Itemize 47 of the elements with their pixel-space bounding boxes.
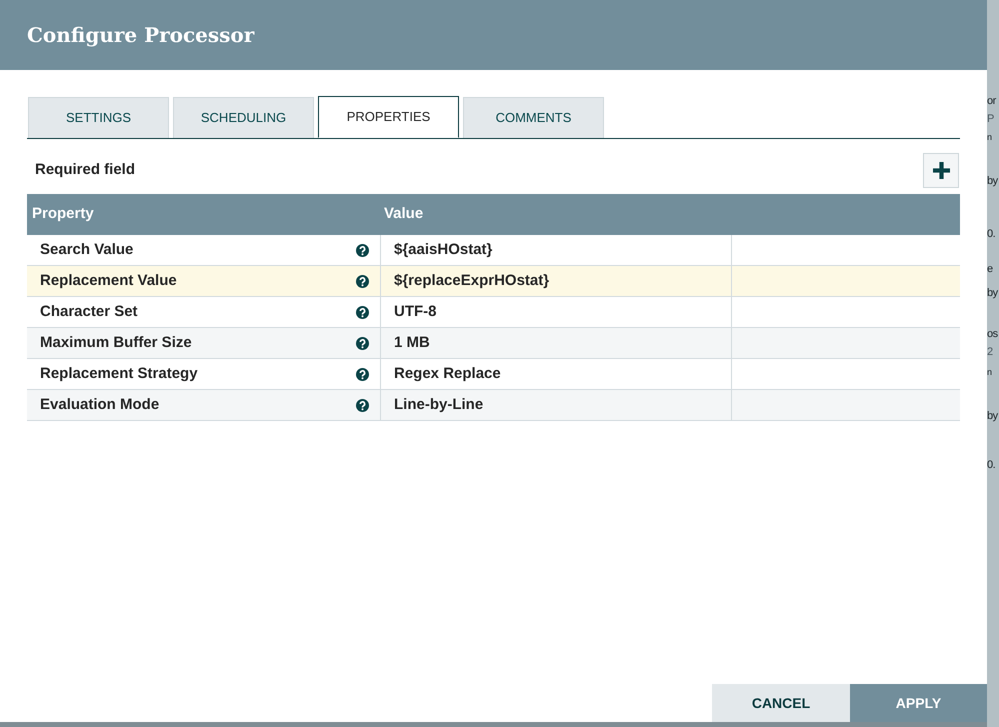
canvas-text-fragment: or [987,96,996,107]
help-icon [356,368,369,380]
canvas-text-fragment: by [987,411,998,422]
table-row[interactable]: Evaluation Mode Line-by-Line [27,390,960,421]
property-value: UTF-8 [394,302,436,322]
property-name: Search Value [40,240,134,260]
canvas-text-fragment: 0. [987,229,996,240]
help-icon [356,274,369,288]
canvas-text-fragment: e [987,264,993,275]
table-row[interactable]: Maximum Buffer Size 1 MB [27,328,960,359]
cancel-button[interactable]: CANCEL [712,684,850,722]
help-icon [356,244,369,256]
help-icon [356,336,369,350]
property-value: Regex Replace [394,364,501,384]
property-value: Line-by-Line [394,394,484,415]
dialog-title: Configure Processor [27,22,254,49]
property-name: Character Set [40,302,138,322]
tab[interactable]: PROPERTIES [318,96,459,138]
property-value: ${replaceExprHOstat} [394,270,550,291]
property-name: Evaluation Mode [40,394,160,415]
tab[interactable]: COMMENTS [463,97,604,138]
table-row[interactable]: Search Value ${aaisHOstat} [27,235,960,266]
canvas-text-fragment: P [987,114,994,125]
help-icon [356,306,369,318]
table-row[interactable]: Replacement Value ${replaceExprHOstat} [27,266,960,297]
property-value: ${aaisHOstat} [394,240,492,260]
canvas-text-fragment: n [987,368,992,377]
column-header: Property [32,204,94,224]
property-value: 1 MB [394,332,430,353]
table-row[interactable]: Replacement Strategy Regex Replace [27,359,960,390]
canvas-text-fragment: by [987,288,998,299]
required-field-label: Required field [34,160,136,180]
column-header: Value [384,204,424,224]
canvas-text-fragment: 0. [987,460,996,471]
property-name: Replacement Strategy [40,364,198,384]
property-name: Replacement Value [40,270,177,291]
tab[interactable]: SCHEDULING [173,97,314,138]
canvas-text-fragment: by [987,176,998,187]
canvas-text-fragment: 2 [987,347,993,358]
add-property-button[interactable] [923,153,959,188]
property-name: Maximum Buffer Size [40,332,192,353]
plus-icon [932,162,950,179]
canvas-text-fragment: n [987,133,992,142]
tab[interactable]: SETTINGS [28,97,169,138]
canvas-text-fragment: os [987,329,998,340]
table-row[interactable]: Character Set UTF-8 [27,297,960,328]
help-icon [356,398,369,412]
